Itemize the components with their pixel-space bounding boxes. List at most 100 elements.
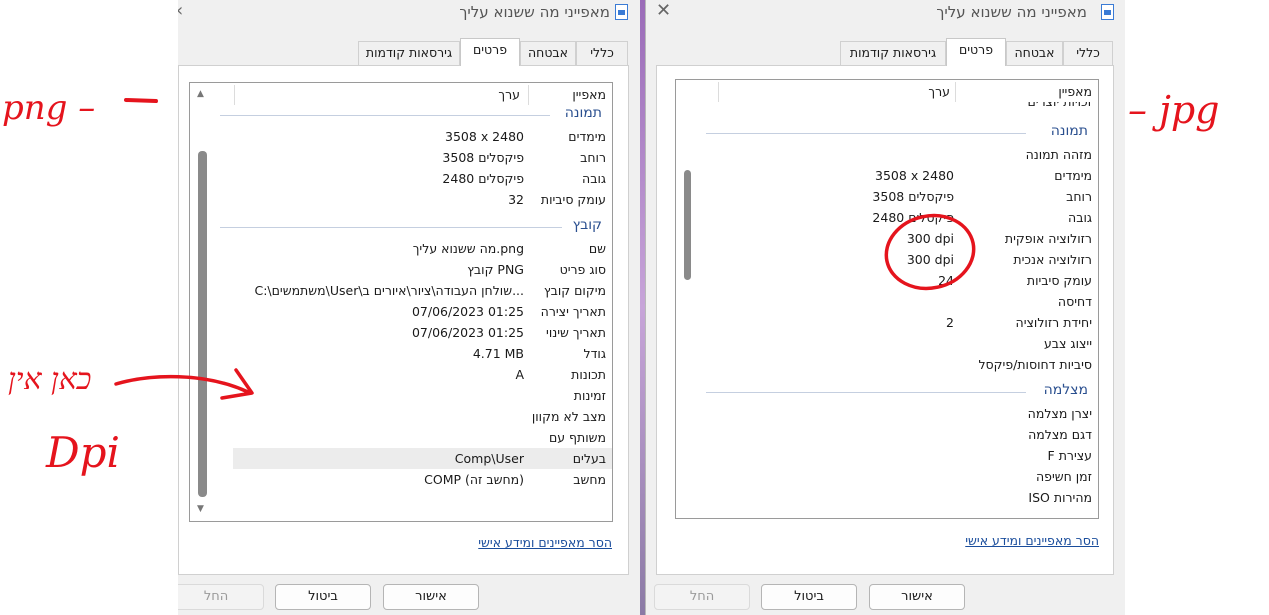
header-property[interactable]: מאפיין xyxy=(1058,84,1092,99)
list-item[interactable]: רוחב 3508 פיקסלים xyxy=(190,147,612,168)
jpg-properties-window: ✕ מאפייני מה ששנוא עליך גירסאות קודמות פ… xyxy=(645,0,1125,615)
tab-details[interactable]: פרטים xyxy=(946,38,1006,66)
list-item[interactable]: מימדים 3508 x 2480 xyxy=(676,165,1098,186)
property-name: תכונות xyxy=(571,367,606,382)
list-item[interactable]: זמינות xyxy=(190,385,612,406)
list-item[interactable]: דחיסה xyxy=(676,291,1098,312)
header-separator xyxy=(718,82,719,102)
list-item[interactable]: רזולוציה אנכית 300 dpi xyxy=(676,249,1098,270)
list-item[interactable]: תאריך יצירה 07/06/2023 01:25 xyxy=(190,301,612,322)
property-name: רזולוציה אופקית xyxy=(1004,231,1092,246)
property-name: יחידת רזולוציה xyxy=(1015,315,1092,330)
list-item[interactable]: גובה 2480 פיקסלים xyxy=(190,168,612,189)
header-separator xyxy=(234,85,235,105)
list-item[interactable]: עומק סיביות 32 xyxy=(190,189,612,210)
list-item[interactable]: רזולוציה אופקית 300 dpi xyxy=(676,228,1098,249)
list-item[interactable]: מימדים 3508 x 2480 xyxy=(190,126,612,147)
jpg-annotation: – jpg xyxy=(1128,88,1220,132)
back-chevron-icon[interactable]: ‹ xyxy=(178,0,183,21)
list-item[interactable]: עצירת F xyxy=(676,445,1098,466)
png-dash-stroke xyxy=(124,98,158,103)
property-name: רוחב xyxy=(1066,189,1092,204)
list-item[interactable]: סוג פריט קובץ PNG xyxy=(190,259,612,280)
list-item[interactable]: תכונות A xyxy=(190,364,612,385)
property-value: C:\משתמשים\User\שולחן העבודה\ציור\איורים… xyxy=(254,283,524,298)
list-item[interactable]: בעלים Comp\User xyxy=(233,448,612,469)
list-item[interactable]: שם מה ששנוא עליך.png xyxy=(190,238,612,259)
header-separator xyxy=(955,82,956,102)
file-icon xyxy=(615,4,628,20)
tab-security[interactable]: אבטחה xyxy=(520,41,576,65)
group-title: קובץ xyxy=(572,217,602,233)
property-name: גובה xyxy=(1068,210,1092,225)
list-item[interactable]: גובה 2480 פיקסלים xyxy=(676,207,1098,228)
ok-button[interactable]: אישור xyxy=(383,584,479,610)
property-name: מיקום קובץ xyxy=(543,283,606,298)
group-title: תמונה xyxy=(1050,123,1088,139)
list-item[interactable]: משותף עם xyxy=(190,427,612,448)
ok-button[interactable]: אישור xyxy=(869,584,965,610)
tab-general[interactable]: כללי xyxy=(576,41,628,65)
list-item[interactable]: רוחב 3508 פיקסלים xyxy=(676,186,1098,207)
property-name: זמן חשיפה xyxy=(1036,469,1092,484)
list-item[interactable]: סיביות דחוסות/פיקסל xyxy=(676,354,1098,375)
group-divider xyxy=(706,133,1026,134)
list-item[interactable]: מיקום קובץ C:\משתמשים\User\שולחן העבודה\צ… xyxy=(190,280,612,301)
property-value: 2480 פיקסלים xyxy=(872,210,954,225)
property-value: 4.71 MB xyxy=(472,346,524,361)
property-value: 3508 פיקסלים xyxy=(872,189,954,204)
header-value[interactable]: ערך xyxy=(928,84,950,99)
header-value[interactable]: ערך xyxy=(498,87,520,102)
group-title: תמונה xyxy=(564,105,602,121)
property-value: 3508 x 2480 xyxy=(875,168,954,183)
group-header[interactable]: תמונה xyxy=(190,105,612,126)
list-item[interactable]: גודל 4.71 MB xyxy=(190,343,612,364)
group-header[interactable]: קובץ xyxy=(190,217,612,238)
property-name: בעלים xyxy=(572,451,606,466)
group-header[interactable]: תמונה xyxy=(676,123,1098,144)
list-item[interactable]: ייצוג צבע xyxy=(676,333,1098,354)
property-name: ייצוג צבע xyxy=(1043,336,1092,351)
list-item[interactable]: דגם מצלמה xyxy=(676,424,1098,445)
property-name: עצירת F xyxy=(1047,448,1092,463)
png-properties-window: ‹ מאפייני מה ששנוא עליך גירסאות קודמות פ… xyxy=(178,0,640,615)
tab-general[interactable]: כללי xyxy=(1063,41,1113,65)
property-value: מה ששנוא עליך.png xyxy=(412,241,524,256)
list-item[interactable]: מצב לא מקוון xyxy=(190,406,612,427)
tab-previous-versions[interactable]: גירסאות קודמות xyxy=(840,41,946,65)
close-icon[interactable]: ✕ xyxy=(656,0,671,21)
property-value: 07/06/2023 01:25 xyxy=(411,325,524,340)
property-name: משותף עם xyxy=(548,430,606,445)
property-value: 3508 פיקסלים xyxy=(442,150,524,165)
group-divider xyxy=(706,392,1026,393)
apply-button[interactable]: החל xyxy=(178,584,264,610)
apply-button[interactable]: החל xyxy=(654,584,750,610)
property-value: 3508 x 2480 xyxy=(445,129,524,144)
tab-previous-versions[interactable]: גירסאות קודמות xyxy=(358,41,460,65)
remove-properties-link[interactable]: הסר מאפיינים ומידע אישי xyxy=(478,535,612,550)
list-item[interactable]: זמן חשיפה xyxy=(676,466,1098,487)
no-dpi-annotation: כאן אין xyxy=(8,362,92,397)
property-name: רוחב xyxy=(580,150,606,165)
details-panel: ▲ ▼ מאפיין ערך תמונה מימדים 3508 x 2480 רוח… xyxy=(178,65,629,575)
list-item[interactable]: עומק סיביות 24 xyxy=(676,270,1098,291)
tab-security[interactable]: אבטחה xyxy=(1006,41,1063,65)
property-name: מהירות ISO xyxy=(1028,490,1092,505)
header-property[interactable]: מאפיין xyxy=(572,87,606,102)
list-item[interactable]: תאריך שינוי 07/06/2023 01:25 xyxy=(190,322,612,343)
property-name: תאריך יצירה xyxy=(540,304,606,319)
cancel-button[interactable]: ביטול xyxy=(761,584,857,610)
list-item[interactable]: יחידת רזולוציה 2 xyxy=(676,312,1098,333)
cancel-button[interactable]: ביטול xyxy=(275,584,371,610)
list-item[interactable]: מחשב COMP (מחשב זה) xyxy=(190,469,612,490)
tab-details[interactable]: פרטים xyxy=(460,38,520,66)
list-item[interactable]: יצרן מצלמה xyxy=(676,403,1098,424)
group-header[interactable]: מצלמה xyxy=(676,382,1098,403)
scroll-down-icon[interactable]: ▼ xyxy=(197,504,204,514)
property-value: A xyxy=(515,367,524,382)
list-item[interactable]: מזהה תמונה xyxy=(676,144,1098,165)
property-name: מימדים xyxy=(1054,168,1092,183)
list-item[interactable]: מהירות ISO xyxy=(676,487,1098,508)
remove-properties-link[interactable]: הסר מאפיינים ומידע אישי xyxy=(965,533,1099,548)
property-value: COMP (מחשב זה) xyxy=(424,472,524,487)
